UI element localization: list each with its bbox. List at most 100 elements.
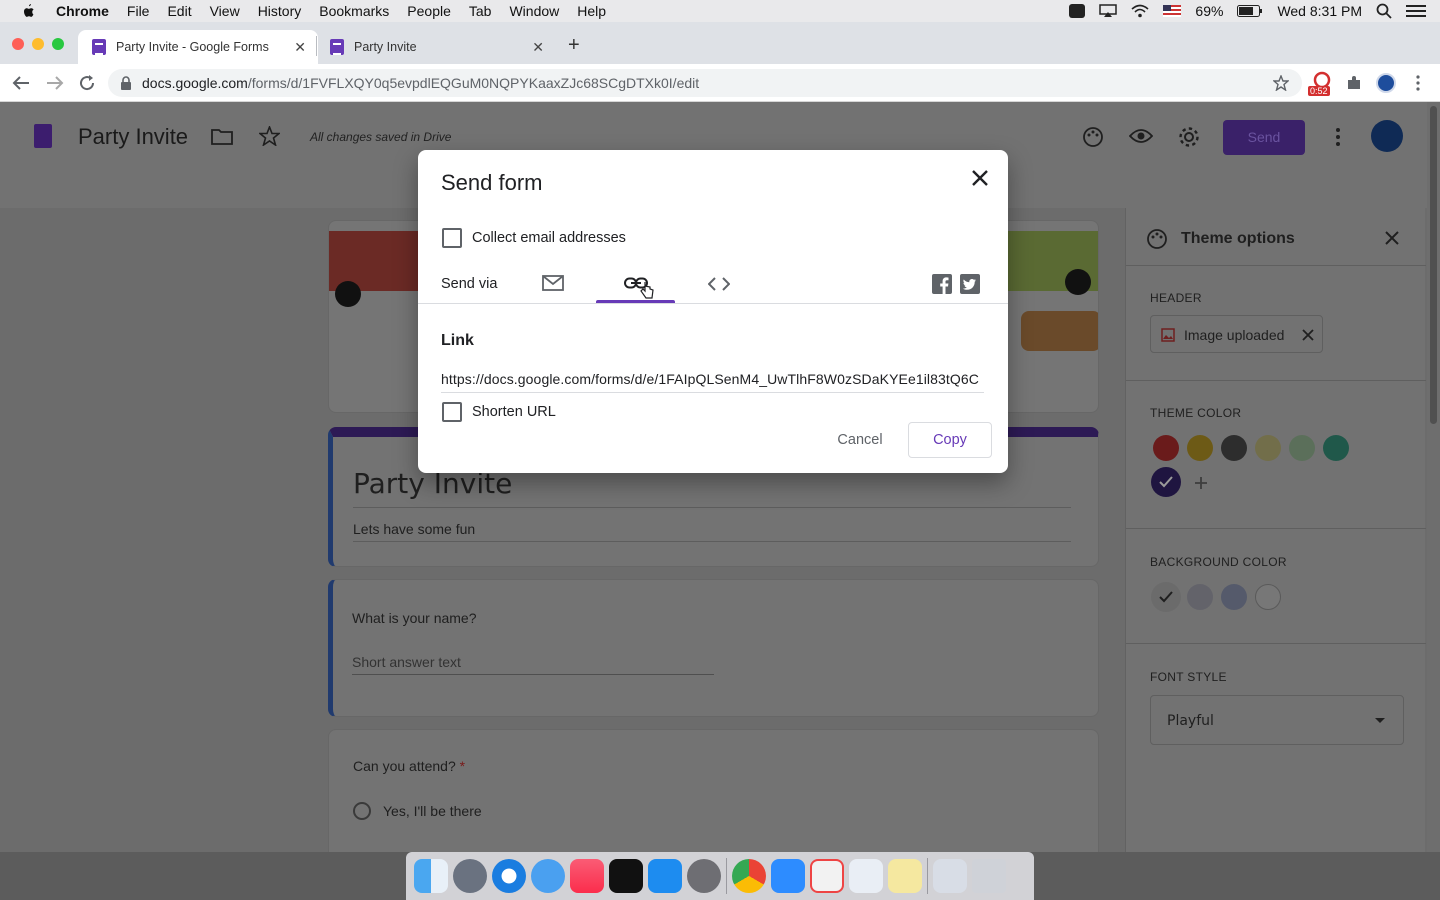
control-center-icon[interactable] [1406,4,1426,18]
keynote-icon[interactable] [849,859,883,893]
spotlight-search-icon[interactable] [1376,3,1392,19]
cancel-button[interactable]: Cancel [827,422,893,458]
copy-button[interactable]: Copy [908,422,992,458]
back-arrow-icon[interactable] [12,75,30,91]
question-title[interactable]: Can you attend? * [353,758,465,774]
theme-color-swatch-gold[interactable] [1187,435,1213,461]
font-style-select[interactable]: Playful [1150,695,1404,745]
forward-arrow-icon[interactable] [46,75,64,91]
notes-icon[interactable] [888,859,922,893]
menu-view[interactable]: View [210,3,240,19]
shorten-url-label[interactable]: Shorten URL [472,404,556,420]
profile-avatar[interactable] [1376,73,1396,93]
launchpad-icon[interactable] [453,859,487,893]
theme-color-swatch-teal[interactable] [1323,435,1349,461]
menu-edit[interactable]: Edit [167,3,191,19]
menu-file[interactable]: File [127,3,150,19]
apple-tv-icon[interactable] [609,859,643,893]
header-image-chip[interactable]: Image uploaded [1150,315,1323,353]
theme-color-swatch-red[interactable] [1153,435,1179,461]
twitter-share-icon[interactable] [960,274,980,294]
radio-option-yes[interactable] [353,802,371,820]
new-tab-plus-icon[interactable]: + [568,34,580,57]
google-forms-logo-icon[interactable] [34,124,52,148]
simulator-icon[interactable] [810,859,844,893]
window-close-button[interactable] [12,38,24,50]
finder-icon[interactable] [414,859,448,893]
us-flag-icon[interactable] [1163,5,1182,17]
airplay-icon[interactable] [1099,4,1118,18]
facebook-share-icon[interactable] [932,274,952,294]
chrome-menu-kebab-icon[interactable] [1415,75,1421,91]
extension-timer-button[interactable]: 0:52 [1308,70,1335,96]
font-style-value: Playful [1167,713,1214,729]
send-via-email-tab[interactable] [512,267,592,303]
close-panel-icon[interactable] [1384,230,1400,246]
preview-eye-icon[interactable] [1129,128,1153,144]
move-to-folder-icon[interactable] [211,127,233,145]
background-color-swatch[interactable] [1221,584,1247,610]
tab-close-icon[interactable]: ✕ [532,39,544,56]
background-color-swatch-selected[interactable] [1151,582,1181,612]
theme-color-swatch-sage[interactable] [1289,435,1315,461]
theme-color-swatch-olive[interactable] [1255,435,1281,461]
window-zoom-button[interactable] [52,38,64,50]
settings-gear-icon[interactable] [1178,126,1200,148]
link-url-field[interactable]: https://docs.google.com/forms/d/e/1FAIpQ… [441,371,984,387]
battery-icon[interactable] [1237,5,1263,17]
clock[interactable]: Wed 8:31 PM [1277,3,1362,19]
browser-tab[interactable]: Party Invite ✕ [316,30,556,64]
tab-close-icon[interactable]: ✕ [294,39,306,56]
remove-image-icon[interactable] [1302,329,1314,341]
music-icon[interactable] [570,859,604,893]
dialog-close-icon[interactable] [969,167,991,189]
lock-icon[interactable] [120,76,132,90]
background-color-swatch[interactable] [1255,584,1281,610]
account-avatar[interactable] [1371,120,1403,152]
page-scrollbar[interactable] [1427,102,1440,852]
star-icon[interactable] [259,126,280,146]
form-description[interactable]: Lets have some fun [353,521,475,537]
safari-icon[interactable] [492,859,526,893]
reload-icon[interactable] [78,74,96,92]
more-options-kebab-icon[interactable] [1335,128,1341,146]
add-custom-color-icon[interactable] [1193,475,1209,491]
question-title[interactable]: What is your name? [352,610,477,626]
system-preferences-icon[interactable] [687,859,721,893]
extensions-puzzle-icon[interactable] [1346,75,1362,91]
menu-app-name[interactable]: Chrome [56,3,109,19]
address-bar[interactable]: docs.google.com/forms/d/1FVFLXQY0q5evpdl… [108,69,1302,97]
apple-logo-icon[interactable] [20,3,36,19]
window-minimize-button[interactable] [32,38,44,50]
question-card-name[interactable]: What is your name? Short answer text [328,579,1099,717]
menu-bookmarks[interactable]: Bookmarks [319,3,389,19]
menu-tab[interactable]: Tab [469,3,492,19]
collect-emails-checkbox[interactable] [442,228,462,248]
wifi-icon[interactable] [1131,4,1149,18]
background-color-swatch[interactable] [1187,584,1213,610]
shorten-url-checkbox[interactable] [442,402,462,422]
scrollbar-thumb[interactable] [1430,106,1437,424]
theme-color-swatch-purple-selected[interactable] [1151,467,1181,497]
app-store-icon[interactable] [648,859,682,893]
send-via-embed-tab[interactable] [680,267,760,303]
menu-history[interactable]: History [258,3,302,19]
collect-emails-label[interactable]: Collect email addresses [472,230,626,246]
menu-help[interactable]: Help [577,3,606,19]
bookmark-star-icon[interactable] [1273,75,1289,91]
send-via-link-tab[interactable] [596,267,676,303]
question-card-attend[interactable]: Can you attend? * Yes, I'll be there [328,729,1099,852]
document-title[interactable]: Party Invite [78,124,188,150]
menu-window[interactable]: Window [509,3,559,19]
messages-icon[interactable] [531,859,565,893]
screen-record-icon[interactable] [1069,4,1086,18]
send-button[interactable]: Send [1223,120,1305,155]
theme-color-swatch-dark-gray[interactable] [1221,435,1247,461]
zoom-icon[interactable] [771,859,805,893]
trash-icon[interactable] [972,859,1006,893]
google-chrome-icon[interactable] [732,859,766,893]
menu-people[interactable]: People [407,3,451,19]
downloads-stack-icon[interactable] [933,859,967,893]
customize-theme-palette-icon[interactable] [1082,126,1104,148]
browser-tab-active[interactable]: Party Invite - Google Forms ✕ [78,30,318,64]
